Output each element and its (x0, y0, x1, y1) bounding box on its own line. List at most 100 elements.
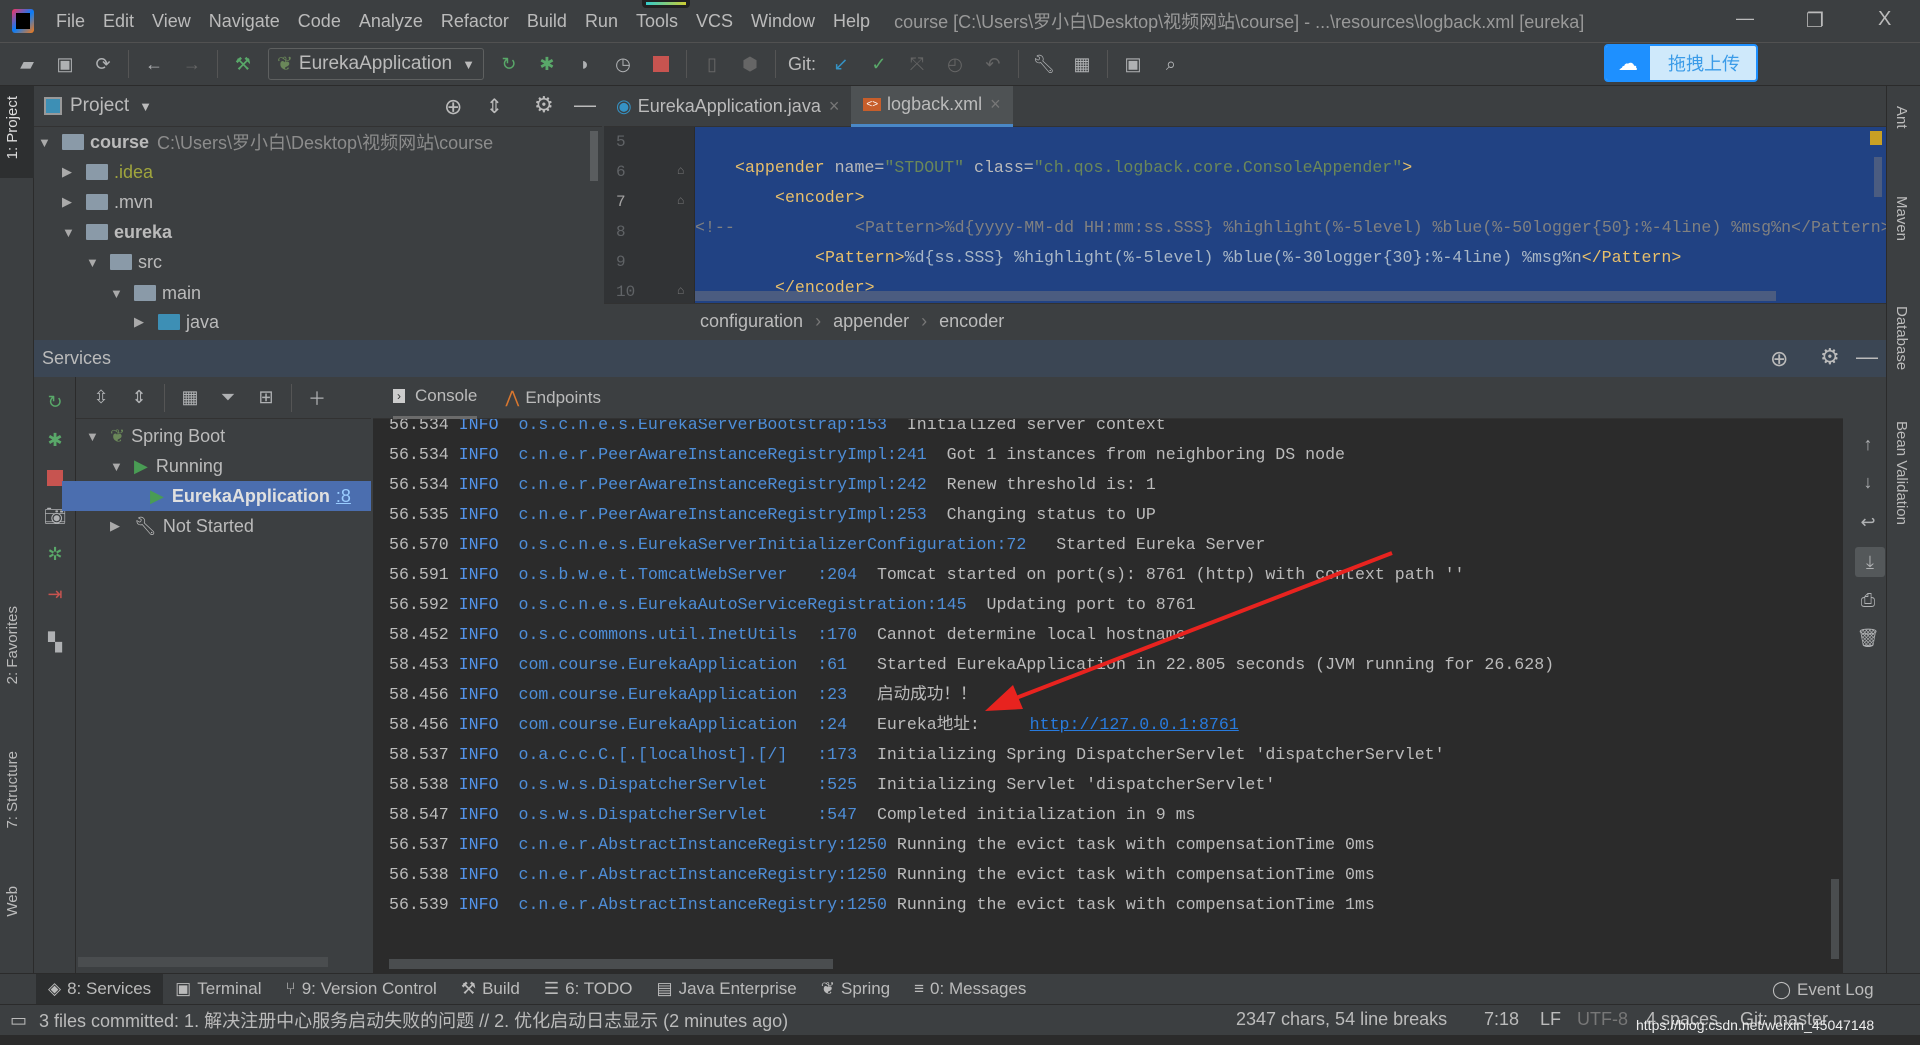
hide-icon[interactable]: — (1856, 344, 1878, 370)
settings-wrench-icon[interactable]: 🔧︎ (1031, 51, 1057, 77)
stop-icon[interactable] (648, 51, 674, 77)
chevron-down-icon[interactable]: ▼ (139, 99, 152, 114)
attach-debugger-icon[interactable]: ✲ (42, 541, 68, 567)
tree-item-not-started[interactable]: ▶ 🔧︎ Not Started (110, 511, 254, 541)
terminal-icon[interactable]: ▣ (1120, 51, 1146, 77)
menu-analyze[interactable]: Analyze (359, 11, 423, 32)
search-icon[interactable]: ⌕ (1158, 51, 1184, 77)
soft-wrap-icon[interactable]: ↩ (1855, 509, 1881, 535)
project-view-select[interactable]: Project (70, 95, 129, 117)
console-v-scrollbar[interactable] (1831, 879, 1839, 959)
deploy-icon[interactable]: ⬢ (737, 51, 763, 77)
forward-icon[interactable]: → (179, 51, 205, 77)
menu-run[interactable]: Run (585, 11, 618, 32)
rerun-icon[interactable]: ↻ (42, 389, 68, 415)
device-icon[interactable]: ▯ (699, 51, 725, 77)
locate-icon[interactable]: ⊕ (1770, 346, 1788, 372)
arrow-down-icon[interactable]: ↓ (1855, 469, 1881, 495)
expand-all-icon[interactable]: ⇳ (88, 385, 114, 411)
menu-code[interactable]: Code (298, 11, 341, 32)
tab-services[interactable]: ◈ 8: Services (36, 973, 164, 1005)
sync-icon[interactable]: ⟳ (90, 51, 116, 77)
close-tab-icon[interactable]: × (829, 96, 840, 117)
menu-file[interactable]: File (56, 11, 85, 32)
favorites-tool-tab[interactable]: 2: Favorites (4, 606, 21, 684)
run-config-select[interactable]: ❦ EurekaApplication ▼ (268, 48, 484, 80)
open-folder-icon[interactable]: ▰ (14, 51, 40, 77)
close-tab-icon[interactable]: × (990, 94, 1001, 115)
tree-item-mvn[interactable]: ▶ .mvn (62, 187, 153, 217)
database-tool-tab[interactable]: Database (1893, 306, 1910, 370)
minimize-button[interactable]: — (1736, 8, 1754, 29)
tab-java-enterprise[interactable]: ▤ Java Enterprise (645, 974, 809, 1005)
tab-terminal[interactable]: ▣ Terminal (163, 974, 273, 1005)
tree-item-eureka[interactable]: ▼ eureka (62, 217, 172, 247)
hide-icon[interactable]: — (574, 92, 596, 118)
tree-item-src[interactable]: ▼ src (86, 247, 162, 277)
git-rollback-icon[interactable]: ↶ (980, 51, 1006, 77)
tab-logback-xml[interactable]: <> logback.xml × (851, 85, 1013, 127)
status-caret-position[interactable]: 7:18 (1484, 1009, 1519, 1030)
gear-icon[interactable]: ⚙ (1820, 344, 1840, 370)
save-icon[interactable]: ▣ (52, 51, 78, 77)
breadcrumb-item[interactable]: configuration (700, 311, 803, 332)
git-merge-icon[interactable]: ⤧ (904, 51, 930, 77)
trash-icon[interactable]: 🗑︎ (1855, 625, 1881, 651)
close-button[interactable]: X (1878, 8, 1891, 31)
tree-item-eureka-application[interactable]: ▶ EurekaApplication:8 (62, 481, 371, 511)
menu-vcs[interactable]: VCS (696, 11, 733, 32)
print-icon[interactable]: ⎙ (1855, 587, 1881, 613)
git-commit-icon[interactable]: ✓ (866, 51, 892, 77)
collapse-all-icon[interactable]: ⇕ (126, 385, 152, 411)
rerun-icon[interactable]: ↻ (496, 51, 522, 77)
editor-v-scrollbar[interactable] (1874, 157, 1882, 197)
coverage-icon[interactable]: ◗ (572, 51, 598, 77)
gear-icon[interactable]: ⚙ (534, 92, 554, 118)
structure-tool-tab[interactable]: 7: Structure (4, 751, 21, 829)
tree-item-main[interactable]: ▼ main (110, 278, 201, 308)
git-history-icon[interactable]: ◴ (942, 51, 968, 77)
tree-item-running[interactable]: ▼ ▶ Running (110, 451, 223, 481)
fold-icon[interactable]: ⌂ (677, 283, 684, 297)
tab-todo[interactable]: ☰ 6: TODO (532, 974, 645, 1005)
tree-item-java[interactable]: ▶ java (134, 307, 219, 337)
code-area[interactable]: 5 6 7 8 9 10 ⌂ ⌂ ⌂ <appender name="STDOU… (604, 127, 1886, 303)
debug-icon[interactable]: ✱ (42, 427, 68, 453)
collapse-all-icon[interactable]: ⇕ (486, 94, 503, 119)
status-message[interactable]: 3 files committed: 1. 解决注册中心服务启动失败的问题 //… (39, 1007, 788, 1033)
git-update-icon[interactable]: ↙ (828, 51, 854, 77)
tab-event-log[interactable]: ◯ Event Log (1760, 974, 1886, 1005)
scroll-to-end-icon[interactable]: ⤓ (1855, 547, 1885, 577)
tab-eureka-application-java[interactable]: ◉ EurekaApplication.java × (604, 86, 851, 127)
breadcrumb-item[interactable]: encoder (939, 311, 1004, 332)
project-scrollbar[interactable] (590, 131, 598, 181)
console-h-scrollbar[interactable] (389, 959, 833, 969)
bean-validation-tool-tab[interactable]: Bean Validation (1893, 421, 1910, 525)
add-icon[interactable]: ＋ (304, 385, 330, 411)
restore-button[interactable]: ❐ (1806, 8, 1824, 33)
status-line-separator[interactable]: LF (1540, 1009, 1561, 1030)
project-tool-tab-label[interactable]: 1: Project (4, 96, 21, 159)
status-panel-icon[interactable]: ▭ (10, 1010, 27, 1031)
menu-build[interactable]: Build (527, 11, 567, 32)
menu-help[interactable]: Help (833, 11, 870, 32)
group-icon[interactable]: ▦ (177, 385, 203, 411)
maven-tool-tab[interactable]: Maven (1893, 196, 1910, 241)
tree-item-spring-boot[interactable]: ▼ ❦ Spring Boot (86, 421, 225, 451)
new-tab-icon[interactable]: ⊞ (253, 385, 279, 411)
locate-icon[interactable]: ⊕ (444, 94, 462, 120)
tab-version-control[interactable]: ⑂ 9: Version Control (273, 974, 448, 1005)
profile-icon[interactable]: ◷ (610, 51, 636, 77)
menu-view[interactable]: View (152, 11, 191, 32)
ant-tool-tab[interactable]: Ant (1893, 106, 1910, 129)
fold-icon[interactable]: ⌂ (677, 193, 684, 207)
tree-item-course[interactable]: ▼ course C:\Users\罗小白\Desktop\视频网站\course (38, 127, 493, 157)
tab-endpoints[interactable]: ⋀ Endpoints (505, 388, 601, 408)
debug-icon[interactable]: ✱ (534, 51, 560, 77)
filter-icon[interactable]: ⏷ (215, 385, 241, 411)
menu-navigate[interactable]: Navigate (209, 11, 280, 32)
tab-spring[interactable]: ❦ Spring (809, 974, 902, 1005)
fold-icon[interactable]: ⌂ (677, 163, 684, 177)
build-hammer-icon[interactable]: ⚒ (230, 51, 256, 77)
tab-messages[interactable]: ≡ 0: Messages (902, 974, 1038, 1005)
